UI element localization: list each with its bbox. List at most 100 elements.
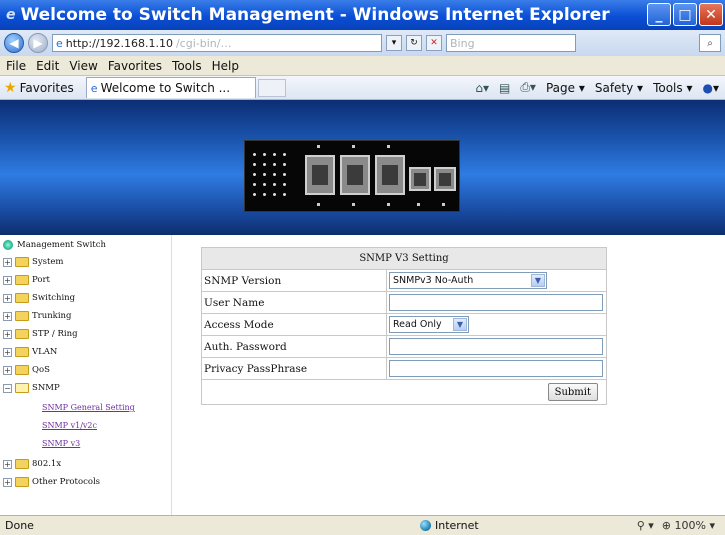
access-mode-select[interactable]: Read Only ▼ xyxy=(389,316,469,333)
collapse-icon[interactable]: − xyxy=(3,383,12,393)
switch-banner xyxy=(0,100,725,235)
form-row-privacy-passphrase: Privacy PassPhrase xyxy=(202,358,606,380)
snmp-v3-form: SNMP V3 Setting SNMP Version SNMPv3 No-A… xyxy=(201,247,607,405)
zoom-level[interactable]: ⊕ 100% ▾ xyxy=(662,519,715,532)
tree-node-switching[interactable]: + Switching xyxy=(3,293,75,303)
folder-icon xyxy=(15,311,29,321)
browser-tab[interactable]: e Welcome to Switch ... xyxy=(85,77,256,98)
zoom-icon: ⊕ xyxy=(661,519,675,532)
search-placeholder: Bing xyxy=(450,36,475,50)
expand-icon[interactable]: + xyxy=(3,459,12,469)
tree-node-vlan[interactable]: + VLAN xyxy=(3,347,57,357)
field-label: Privacy PassPhrase xyxy=(202,358,387,379)
tree-root[interactable]: Management Switch xyxy=(3,240,106,250)
star-icon: ★ xyxy=(4,79,17,96)
port-3 xyxy=(375,155,405,195)
folder-icon xyxy=(15,329,29,339)
status-text: Done xyxy=(5,519,34,532)
folder-icon xyxy=(15,477,29,487)
snmp-version-select[interactable]: SNMPv3 No-Auth ▼ xyxy=(389,272,547,289)
expand-icon[interactable]: + xyxy=(3,477,12,487)
tree-node-trunking[interactable]: + Trunking xyxy=(3,311,71,321)
form-actions: Submit xyxy=(202,380,606,404)
port-4 xyxy=(409,167,431,191)
chevron-down-icon[interactable]: ▼ xyxy=(453,318,467,331)
menu-tools[interactable]: Tools xyxy=(172,59,202,73)
print-icon[interactable]: ⎙▾ xyxy=(520,80,536,95)
tree-node-system[interactable]: + System xyxy=(3,257,64,267)
window-title-bar: e Welcome to Switch Management - Windows… xyxy=(0,0,725,30)
maximize-button[interactable]: □ xyxy=(673,3,697,26)
auth-password-input[interactable] xyxy=(389,338,603,355)
form-row-user-name: User Name xyxy=(202,292,606,314)
expand-icon[interactable]: + xyxy=(3,311,12,321)
user-name-input[interactable] xyxy=(389,294,603,311)
zone-label: Internet xyxy=(435,519,479,532)
url-path: /cgi-bin/… xyxy=(175,36,232,50)
expand-icon[interactable]: + xyxy=(3,293,12,303)
protected-mode-icon[interactable]: ⚲ ▾ xyxy=(637,519,654,532)
select-value: SNMPv3 No-Auth xyxy=(393,275,474,286)
field-label: User Name xyxy=(202,292,387,313)
open-folder-icon xyxy=(15,383,29,393)
search-icon[interactable]: ⌕ xyxy=(699,34,721,52)
tree-node-label: Trunking xyxy=(32,311,72,321)
search-input[interactable]: Bing xyxy=(446,34,576,52)
new-tab-button[interactable] xyxy=(257,78,286,97)
page-icon: e xyxy=(56,36,63,50)
favorites-button[interactable]: ★ Favorites xyxy=(4,80,74,96)
feeds-icon[interactable]: ▤ xyxy=(499,81,510,95)
tree-leaf-snmp-v1v2c[interactable]: SNMP v1/v2c xyxy=(42,421,97,430)
menu-file[interactable]: File xyxy=(6,59,26,73)
field-label: Auth. Password xyxy=(202,336,387,357)
tree-node-other-protocols[interactable]: + Other Protocols xyxy=(3,477,100,487)
tree-node-label: System xyxy=(32,257,64,267)
folder-icon xyxy=(15,275,29,285)
menu-favorites[interactable]: Favorites xyxy=(108,59,162,73)
forward-button[interactable]: ▶ xyxy=(28,33,48,53)
home-icon[interactable]: ⌂▾ xyxy=(475,81,489,95)
expand-icon[interactable]: + xyxy=(3,347,12,357)
menu-view[interactable]: View xyxy=(69,59,97,73)
url-input[interactable]: e http://192.168.1.10 /cgi-bin/… xyxy=(52,34,382,52)
form-row-auth-password: Auth. Password xyxy=(202,336,606,358)
submit-button[interactable]: Submit xyxy=(547,383,598,401)
url-dropdown-button[interactable]: ▾ xyxy=(386,35,402,51)
ie-logo-icon: e xyxy=(6,7,16,23)
menu-bar: File Edit View Favorites Tools Help xyxy=(0,56,725,76)
tools-menu[interactable]: Tools ▾ xyxy=(653,81,692,95)
tree-node-snmp[interactable]: − SNMP xyxy=(3,383,60,393)
tree-node-label: 802.1x xyxy=(32,459,62,469)
chevron-down-icon[interactable]: ▼ xyxy=(531,274,545,287)
help-menu[interactable]: ●▾ xyxy=(702,81,719,95)
expand-icon[interactable]: + xyxy=(3,275,12,285)
privacy-passphrase-input[interactable] xyxy=(389,360,603,377)
folder-icon xyxy=(15,365,29,375)
minimize-button[interactable]: _ xyxy=(647,3,671,26)
close-button[interactable]: ✕ xyxy=(699,3,723,26)
folder-icon xyxy=(15,293,29,303)
expand-icon[interactable]: + xyxy=(3,257,12,267)
status-bar: Done Internet ⚲ ▾ ⊕ 100% ▾ xyxy=(0,515,725,535)
favorites-label: Favorites xyxy=(19,80,74,95)
page-menu[interactable]: Page ▾ xyxy=(546,81,585,95)
refresh-button[interactable]: ↻ xyxy=(406,35,422,51)
tree-leaf-snmp-general-setting[interactable]: SNMP General Setting xyxy=(42,403,135,412)
tree-node-8021x[interactable]: + 802.1x xyxy=(3,459,61,469)
menu-edit[interactable]: Edit xyxy=(36,59,59,73)
tree-leaf-snmp-v3[interactable]: SNMP v3 xyxy=(42,439,80,448)
safety-menu[interactable]: Safety ▾ xyxy=(595,81,643,95)
menu-help[interactable]: Help xyxy=(212,59,239,73)
security-zone[interactable]: Internet xyxy=(420,519,479,532)
address-bar: ◀ ▶ e http://192.168.1.10 /cgi-bin/… ▾ ↻… xyxy=(0,30,725,56)
back-button[interactable]: ◀ xyxy=(4,33,24,53)
tree-node-label: STP / Ring xyxy=(32,329,78,339)
expand-icon[interactable]: + xyxy=(3,329,12,339)
stop-button[interactable]: ✕ xyxy=(426,35,442,51)
tree-node-stp-ring[interactable]: + STP / Ring xyxy=(3,329,78,339)
tree-node-port[interactable]: + Port xyxy=(3,275,50,285)
tree-node-qos[interactable]: + QoS xyxy=(3,365,50,375)
tree-node-label: VLAN xyxy=(32,347,58,357)
expand-icon[interactable]: + xyxy=(3,365,12,375)
port-5 xyxy=(434,167,456,191)
